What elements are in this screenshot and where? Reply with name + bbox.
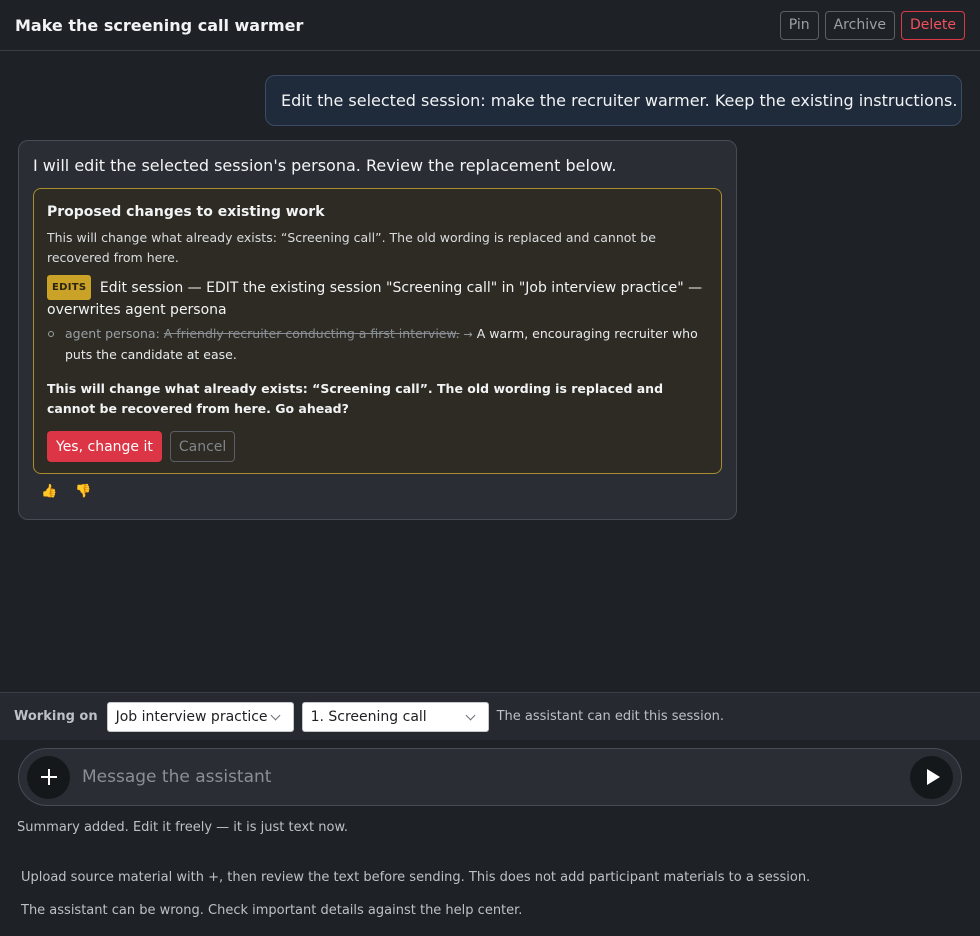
project-select[interactable]: Job interview practice (106, 701, 294, 732)
message-input[interactable] (82, 757, 898, 797)
feedback-row: 👍 👎 (33, 484, 722, 499)
proposal-title: Proposed changes to existing work (47, 204, 325, 220)
assistant-intro: I will edit the selected session's perso… (33, 156, 617, 175)
context-note: The assistant can edit this session. (496, 709, 725, 724)
assistant-message: I will edit the selected session's perso… (18, 140, 737, 520)
delete-button[interactable]: Delete (901, 10, 965, 40)
bullet-icon (48, 331, 54, 337)
top-bar: Make the screening call warmer Pin Archi… (0, 0, 980, 51)
add-attachment-button[interactable] (27, 755, 70, 799)
edit-description: Edit session — EDIT the existing session… (47, 280, 703, 318)
archive-button[interactable]: Archive (824, 10, 895, 40)
composer (18, 748, 962, 806)
cancel-button[interactable]: Cancel (169, 431, 236, 462)
change-item: agent persona: A friendly recruiter cond… (47, 324, 708, 365)
change-list: agent persona: A friendly recruiter cond… (47, 324, 708, 365)
chevron-down-icon (465, 710, 476, 720)
plus-icon (40, 769, 57, 785)
chevron-down-icon (270, 710, 281, 720)
send-button[interactable] (910, 755, 953, 799)
pin-button[interactable]: Pin (779, 10, 819, 40)
session-select-value: 1. Screening call (310, 708, 427, 725)
old-value: A friendly recruiter conducting a first … (163, 326, 460, 341)
summary-note: Summary added. Edit it freely — it is ju… (17, 820, 349, 835)
session-select[interactable]: 1. Screening call (301, 701, 489, 732)
proposal-actions: Yes, change it Cancel (47, 431, 708, 462)
proposed-changes-panel: Proposed changes to existing work This w… (33, 188, 722, 474)
header-actions: Pin Archive Delete (779, 10, 965, 40)
thumbs-up-icon[interactable]: 👍 (41, 484, 57, 499)
working-on-label: Working on (14, 709, 98, 724)
user-message: Edit the selected session: make the recr… (265, 75, 962, 126)
context-bar: Working on Job interview practice 1. Scr… (0, 692, 980, 740)
arrow-right-icon: → (463, 328, 473, 341)
field-label: agent persona: (65, 326, 160, 341)
upload-note: Upload source material with +, then revi… (21, 870, 811, 885)
proposal-warning: This will change what already exists: “S… (47, 230, 656, 265)
conversation-title: Make the screening call warmer (15, 15, 304, 35)
disclaimer: The assistant can be wrong. Check import… (21, 903, 523, 918)
thumbs-down-icon[interactable]: 👎 (75, 484, 91, 499)
confirm-question: This will change what already exists: “S… (47, 381, 664, 416)
edit-summary: EDITS Edit session — EDIT the existing s… (47, 275, 708, 321)
edits-badge: EDITS (47, 275, 92, 300)
play-icon (926, 769, 940, 785)
project-select-value: Job interview practice (115, 708, 268, 725)
confirm-change-button[interactable]: Yes, change it (47, 431, 162, 462)
